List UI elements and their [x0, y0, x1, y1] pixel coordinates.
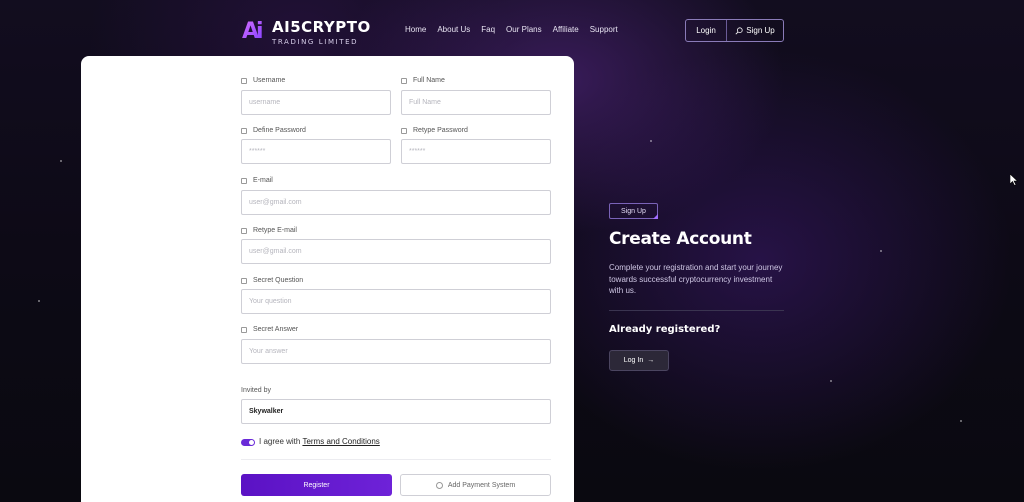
brand-logo[interactable]: Ai AI5CRYPTO TRADING LIMITED: [242, 18, 371, 46]
retype-email-label: Retype E-mail: [241, 227, 297, 234]
nav-affiliate[interactable]: Affiliate: [553, 25, 579, 34]
login-button-label: Log In: [623, 357, 644, 364]
invited-by-input[interactable]: Skywalker: [241, 399, 551, 424]
form-divider: [241, 459, 551, 460]
user-icon: [241, 77, 247, 84]
search-icon: [735, 26, 743, 34]
add-payment-label: Add Payment System: [447, 481, 516, 489]
email-label: E-mail: [241, 177, 273, 184]
fullname-label: Full Name: [401, 77, 445, 84]
password-input[interactable]: ******: [241, 139, 391, 164]
retype-password-label: Retype Password: [401, 127, 468, 134]
user-icon: [401, 77, 407, 84]
secret-question-label: Secret Question: [241, 277, 303, 284]
username-input[interactable]: username: [241, 90, 391, 115]
star-decoration: [60, 160, 62, 162]
agree-toggle[interactable]: [241, 439, 255, 446]
star-decoration: [650, 140, 652, 142]
secret-answer-input[interactable]: Your answer: [241, 339, 551, 364]
retype-email-input[interactable]: user@gmail.com: [241, 239, 551, 264]
nav-faq[interactable]: Faq: [481, 25, 495, 34]
logo-subtitle: TRADING LIMITED: [272, 38, 359, 46]
key-icon: [241, 326, 247, 333]
header-signup-label: Sign Up: [746, 26, 775, 35]
secret-answer-label: Secret Answer: [241, 326, 298, 333]
star-decoration: [880, 250, 882, 252]
fullname-input[interactable]: Full Name: [401, 90, 551, 115]
lock-icon: [401, 127, 407, 134]
star-decoration: [830, 380, 832, 382]
username-label: Username: [241, 77, 285, 84]
retype-password-input[interactable]: ******: [401, 139, 551, 164]
star-decoration: [960, 420, 962, 422]
email-input[interactable]: user@gmail.com: [241, 190, 551, 215]
arrow-right-icon: →: [647, 357, 655, 364]
signup-badge: Sign Up: [609, 203, 658, 219]
registration-form-card: Username username Full Name Full Name De…: [81, 56, 574, 502]
star-decoration: [38, 300, 40, 302]
lock-icon: [241, 127, 247, 134]
logo-title: AI5CRYPTO: [272, 18, 371, 36]
nav-support[interactable]: Support: [590, 25, 618, 34]
register-button[interactable]: Register: [241, 474, 392, 496]
invited-by-label: Invited by: [241, 387, 271, 394]
nav-home[interactable]: Home: [405, 25, 426, 34]
nav-our-plans[interactable]: Our Plans: [506, 25, 542, 34]
already-registered-heading: Already registered?: [609, 324, 721, 335]
panel-description: Complete your registration and start you…: [609, 263, 783, 295]
secret-question-input[interactable]: Your question: [241, 289, 551, 314]
agree-text: I agree with Terms and Conditions: [259, 437, 380, 446]
main-nav: Home About Us Faq Our Plans Affiliate Su…: [405, 25, 618, 34]
terms-link[interactable]: Terms and Conditions: [302, 437, 379, 446]
mail-icon: [241, 177, 247, 184]
auth-buttons: Login Sign Up: [685, 19, 784, 42]
mail-icon: [241, 227, 247, 234]
add-payment-system-button[interactable]: Add Payment System: [400, 474, 551, 496]
page-title: Create Account: [609, 229, 752, 249]
header-signup-button[interactable]: Sign Up: [726, 20, 783, 41]
logo-text: AI5CRYPTO TRADING LIMITED: [272, 18, 371, 46]
password-label: Define Password: [241, 127, 306, 134]
logo-mark-icon: Ai: [242, 21, 266, 43]
panel-divider: [609, 310, 784, 311]
plus-circle-icon: [435, 481, 443, 489]
nav-about-us[interactable]: About Us: [437, 25, 470, 34]
header-login-button[interactable]: Login: [686, 26, 726, 35]
question-icon: [241, 277, 247, 284]
mouse-cursor-icon: [1010, 174, 1018, 186]
login-button[interactable]: Log In →: [609, 350, 669, 371]
